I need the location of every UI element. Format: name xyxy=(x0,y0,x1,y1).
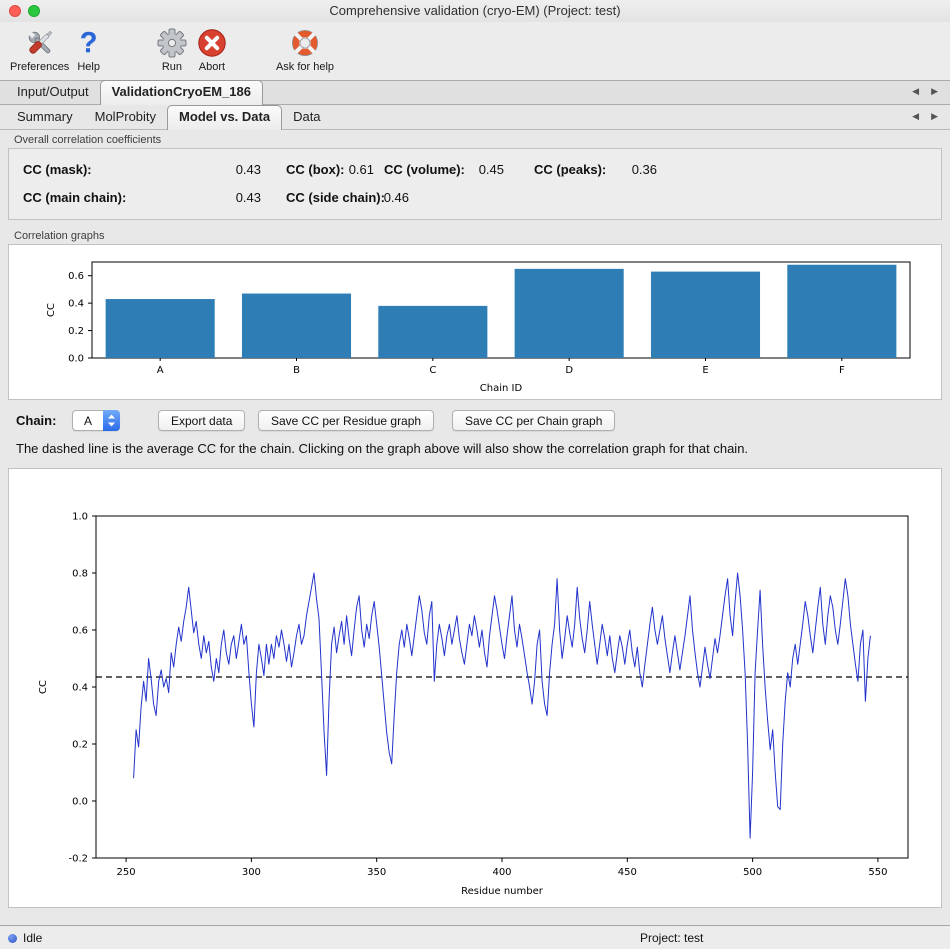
abort-button[interactable]: Abort xyxy=(196,24,228,73)
title-bar: Comprehensive validation (cryo-EM) (Proj… xyxy=(0,0,950,22)
svg-text:0.8: 0.8 xyxy=(72,569,88,580)
svg-text:E: E xyxy=(702,365,708,376)
toolbar-item-label: Abort xyxy=(199,61,225,73)
residue-cc-line-chart-panel: 250 300 350 400 450 500 550 -0.2 0.0 0.2 0.4 0.6 0.8… xyxy=(8,468,942,908)
svg-text:CC: CC xyxy=(38,680,49,694)
toolbar: Preferences ? Help Run xyxy=(0,22,950,80)
tab-scroll-left-icon[interactable]: ◀ xyxy=(912,86,919,97)
svg-text:A: A xyxy=(157,365,164,376)
tab-scroll-left-icon[interactable]: ◀ xyxy=(912,111,919,122)
toolbar-item-label: Ask for help xyxy=(276,61,334,73)
svg-text:400: 400 xyxy=(492,867,511,878)
run-button[interactable]: Run xyxy=(156,24,188,73)
save-cc-per-residue-button[interactable]: Save CC per Residue graph xyxy=(258,410,434,431)
svg-text:350: 350 xyxy=(367,867,386,878)
question-mark-icon: ? xyxy=(80,24,98,61)
svg-text:CC: CC xyxy=(46,303,57,317)
cc-main-chain-label: CC (main chain): xyxy=(23,190,126,205)
svg-text:0.0: 0.0 xyxy=(72,797,88,808)
svg-text:0.0: 0.0 xyxy=(68,354,84,365)
tab-input-output[interactable]: Input/Output xyxy=(6,81,100,104)
help-button[interactable]: ? Help xyxy=(77,24,100,73)
export-data-button[interactable]: Export data xyxy=(158,410,245,431)
cc-side-chain-value: 0.46 xyxy=(349,190,409,205)
app-window: Comprehensive validation (cryo-EM) (Proj… xyxy=(0,0,950,949)
cc-main-chain-value: 0.43 xyxy=(201,190,261,205)
svg-text:0.4: 0.4 xyxy=(72,683,88,694)
chain-cc-bar-chart[interactable]: 0.0 0.2 0.4 0.6 A B C D E F Chain ID CC xyxy=(12,248,936,396)
tab-validationcryoem-186[interactable]: ValidationCryoEM_186 xyxy=(100,80,263,105)
residue-cc-line-chart: 250 300 350 400 450 500 550 -0.2 0.0 0.2 0.4 0.6 0.8… xyxy=(14,474,938,902)
cc-peaks-value: 0.36 xyxy=(597,162,657,177)
toolbar-item-label: Run xyxy=(162,61,182,73)
cc-box-value: 0.61 xyxy=(314,162,374,177)
svg-text:Residue number: Residue number xyxy=(461,886,544,897)
svg-text:300: 300 xyxy=(242,867,261,878)
svg-text:B: B xyxy=(293,365,300,376)
svg-text:550: 550 xyxy=(868,867,887,878)
chain-select[interactable]: A xyxy=(72,410,120,431)
status-bar: Idle Project: test xyxy=(0,925,950,949)
ask-for-help-button[interactable]: Ask for help xyxy=(276,24,334,73)
chain-select-value: A xyxy=(73,414,103,428)
svg-text:0.4: 0.4 xyxy=(68,299,84,310)
svg-text:0.6: 0.6 xyxy=(68,271,84,282)
status-project-text: Project: test xyxy=(640,931,703,945)
abort-x-icon xyxy=(196,24,228,61)
preferences-button[interactable]: Preferences xyxy=(10,24,69,73)
tab-molprobity[interactable]: MolProbity xyxy=(84,106,167,129)
model-vs-data-pane: Overall correlation coefficients CC (mas… xyxy=(0,130,950,925)
chain-controls-row: Chain: A Export data Save CC per Residue… xyxy=(0,408,950,435)
save-cc-per-chain-button[interactable]: Save CC per Chain graph xyxy=(452,410,615,431)
overall-cc-panel: CC (mask): 0.43 CC (box): 0.61 CC (volum… xyxy=(8,148,942,220)
svg-text:0.2: 0.2 xyxy=(72,740,88,751)
cc-volume-value: 0.45 xyxy=(444,162,504,177)
lifebuoy-icon xyxy=(288,24,322,61)
tab-scroll-right-icon[interactable]: ▶ xyxy=(931,86,938,97)
cc-mask-value: 0.43 xyxy=(201,162,261,177)
svg-text:250: 250 xyxy=(117,867,136,878)
tab-summary[interactable]: Summary xyxy=(6,106,84,129)
status-indicator-icon xyxy=(8,934,17,943)
svg-text:450: 450 xyxy=(618,867,637,878)
svg-text:C: C xyxy=(429,365,436,376)
svg-text:0.6: 0.6 xyxy=(72,626,88,637)
svg-text:0.2: 0.2 xyxy=(68,326,84,337)
main-tab-bar: Input/Output ValidationCryoEM_186 ◀ ▶ xyxy=(0,80,950,105)
svg-text:-0.2: -0.2 xyxy=(68,854,88,865)
chain-label: Chain: xyxy=(16,413,56,428)
chain-cc-bar-chart-panel: 0.0 0.2 0.4 0.6 A B C D E F Chain ID CC xyxy=(8,244,942,400)
svg-text:1.0: 1.0 xyxy=(72,512,88,523)
sub-tab-bar: Summary MolProbity Model vs. Data Data ◀… xyxy=(0,105,950,130)
svg-text:Chain ID: Chain ID xyxy=(480,383,523,394)
gear-icon xyxy=(156,24,188,61)
tab-scroll-right-icon[interactable]: ▶ xyxy=(931,111,938,122)
overall-cc-section-label: Overall correlation coefficients xyxy=(14,134,161,146)
chevron-updown-icon xyxy=(103,410,120,431)
toolbar-item-label: Preferences xyxy=(10,61,69,73)
status-text: Idle xyxy=(23,931,42,945)
cc-mask-label: CC (mask): xyxy=(23,162,92,177)
correlation-graphs-section-label: Correlation graphs xyxy=(14,230,105,242)
tab-data[interactable]: Data xyxy=(282,106,331,129)
svg-text:500: 500 xyxy=(743,867,762,878)
cc-peaks-label: CC (peaks): xyxy=(534,162,606,177)
toolbar-item-label: Help xyxy=(77,61,100,73)
dashed-line-note: The dashed line is the average CC for th… xyxy=(16,441,748,456)
svg-text:F: F xyxy=(839,365,845,376)
tools-icon xyxy=(23,24,57,61)
svg-text:D: D xyxy=(565,365,573,376)
window-title: Comprehensive validation (cryo-EM) (Proj… xyxy=(0,3,950,18)
tab-model-vs-data[interactable]: Model vs. Data xyxy=(167,105,282,130)
